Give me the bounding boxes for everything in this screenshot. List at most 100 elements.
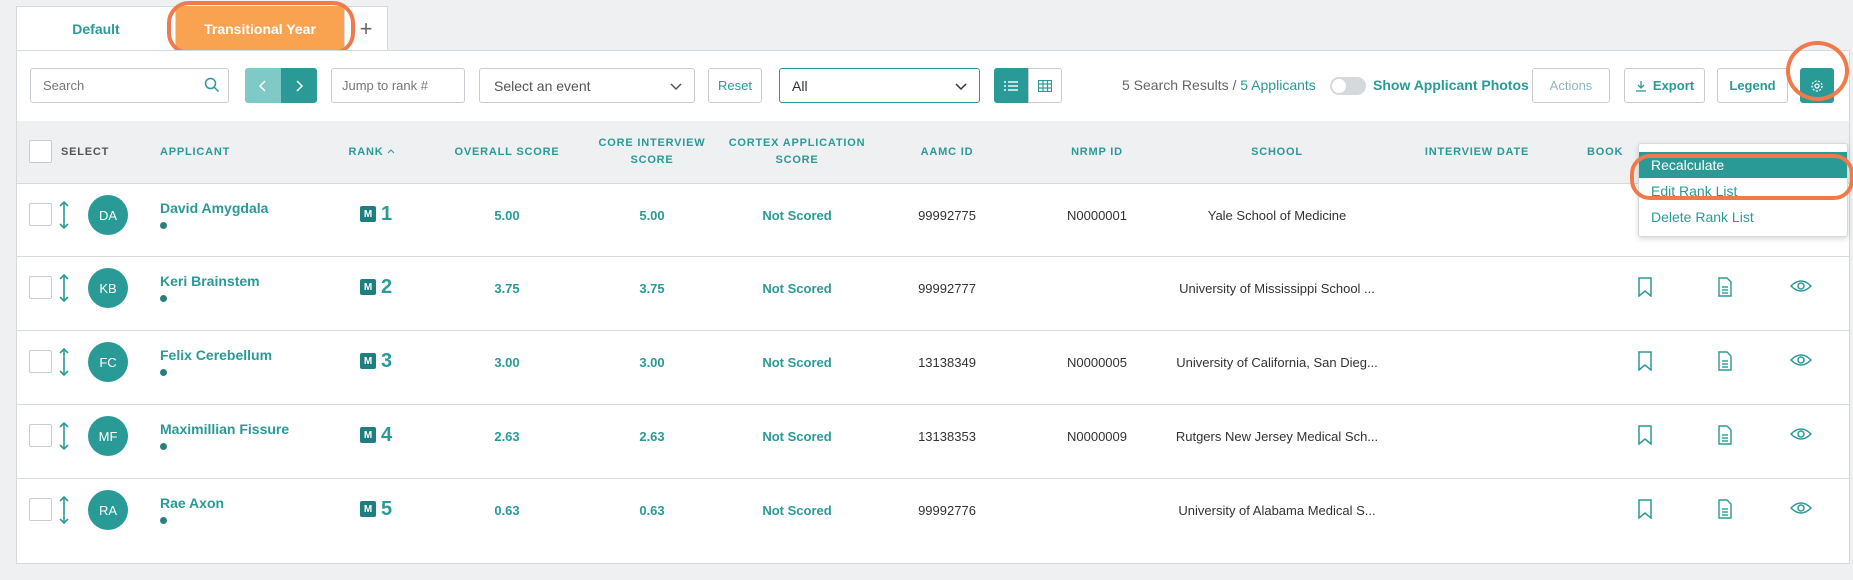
eye-icon[interactable] — [1790, 279, 1812, 293]
core-score-value: 2.63 — [639, 428, 665, 444]
school-value: University of Alabama Medical S... — [1178, 502, 1376, 518]
applicant-name-link[interactable]: Felix Cerebellum — [160, 347, 272, 363]
applicant-name-link[interactable]: Rae Axon — [160, 495, 224, 511]
column-select: SELECT — [61, 145, 110, 158]
previous-button[interactable] — [245, 68, 281, 103]
applicant-name-link[interactable]: Maximillian Fissure — [160, 421, 289, 437]
tab-transitional-year[interactable]: Transitional Year — [167, 1, 355, 55]
search-input[interactable]: Search — [30, 68, 229, 103]
actions-button[interactable]: Actions — [1532, 68, 1610, 103]
core-score-value: 0.63 — [639, 502, 665, 518]
avatar: DA — [88, 195, 128, 235]
drag-handle-icon[interactable] — [58, 200, 70, 230]
event-select[interactable]: Select an event — [479, 68, 695, 103]
toolbar: Search Jump to rank # Select an event Re… — [17, 41, 1849, 121]
export-button[interactable]: Export — [1624, 68, 1705, 103]
row-checkbox[interactable] — [29, 498, 52, 521]
aamc-id-value: 99992775 — [918, 207, 976, 223]
column-core-line1: CORE INTERVIEW — [598, 137, 706, 149]
chevron-down-icon — [955, 83, 967, 91]
rank-value: 1 — [381, 203, 393, 225]
search-icon — [204, 77, 220, 93]
overall-score-value: 0.63 — [494, 502, 520, 518]
avatar: RA — [88, 490, 128, 530]
document-icon[interactable] — [1717, 277, 1733, 297]
list-view-button[interactable] — [994, 68, 1028, 103]
eye-icon[interactable] — [1790, 427, 1812, 441]
school-value: Rutgers New Jersey Medical Sch... — [1175, 428, 1379, 444]
match-badge: M — [360, 206, 376, 222]
drag-handle-icon[interactable] — [58, 347, 70, 377]
legend-button[interactable]: Legend — [1717, 68, 1788, 103]
column-interview-date[interactable]: INTERVIEW DATE — [1397, 121, 1557, 183]
search-results-count: 5 Search Results / 5 Applicants — [1122, 77, 1316, 93]
document-icon[interactable] — [1717, 499, 1733, 519]
table-row[interactable]: RA Rae Axon M 5 0.63 0.63 Not Scored 99992776 Un… — [17, 478, 1849, 540]
table-row[interactable]: FC Felix Cerebellum M 3 3.00 3.00 Not Scored 13… — [17, 330, 1849, 392]
document-icon[interactable] — [1717, 425, 1733, 445]
row-checkbox[interactable] — [29, 203, 52, 226]
aamc-id-value: 99992777 — [918, 280, 976, 296]
overall-score-value: 2.63 — [494, 428, 520, 444]
column-nrmp-id[interactable]: NRMP ID — [1037, 121, 1157, 183]
reset-button[interactable]: Reset — [708, 68, 762, 103]
applicant-name-link[interactable]: Keri Brainstem — [160, 273, 260, 289]
delete-rank-list-menu-item[interactable]: Delete Rank List — [1639, 204, 1847, 230]
document-icon[interactable] — [1717, 351, 1733, 371]
highlight-ring — [167, 1, 355, 55]
bookmark-icon[interactable] — [1637, 351, 1653, 371]
rank-value: 5 — [381, 498, 393, 520]
aamc-id-value: 99992776 — [918, 502, 976, 518]
core-score-value: 3.00 — [639, 354, 665, 370]
bookmark-icon[interactable] — [1637, 277, 1653, 297]
drag-handle-icon[interactable] — [58, 421, 70, 451]
chevron-right-icon — [296, 79, 304, 92]
cortex-score-value: Not Scored — [762, 354, 832, 370]
filter-value: All — [792, 77, 808, 94]
eye-icon[interactable] — [1790, 501, 1812, 515]
event-placeholder: Select an event — [494, 77, 591, 94]
row-checkbox[interactable] — [29, 424, 52, 447]
core-score-value: 3.75 — [639, 280, 665, 296]
aamc-id-value: 13138349 — [918, 354, 976, 370]
bookmark-icon[interactable] — [1637, 425, 1653, 445]
row-checkbox[interactable] — [29, 350, 52, 373]
match-badge: M — [360, 353, 376, 369]
column-rank[interactable]: RANK — [347, 121, 397, 183]
column-applicant[interactable]: APPLICANT — [160, 121, 250, 183]
column-cortex-line1: CORTEX APPLICATION — [728, 137, 866, 149]
show-photos-toggle[interactable] — [1330, 77, 1366, 95]
select-all-checkbox[interactable] — [29, 140, 52, 163]
highlight-ring — [1630, 154, 1853, 200]
applicant-name-link[interactable]: David Amygdala — [160, 200, 268, 216]
jump-to-rank-input[interactable]: Jump to rank # — [331, 68, 465, 103]
match-badge: M — [360, 501, 376, 517]
nrmp-id-value — [1037, 257, 1157, 319]
drag-handle-icon[interactable] — [58, 495, 70, 525]
column-aamc-id[interactable]: AAMC ID — [887, 121, 1007, 183]
bookmark-icon[interactable] — [1637, 499, 1653, 519]
status-dot — [160, 517, 167, 524]
table-row[interactable]: DA David Amygdala M 1 5.00 5.00 Not Scored 9999… — [17, 183, 1849, 245]
tab-default[interactable]: Default — [16, 6, 176, 50]
column-core-interview-score[interactable]: CORE INTERVIEW SCORE — [577, 121, 727, 183]
school-value: University of California, San Dieg... — [1176, 354, 1378, 370]
overall-score-value: 5.00 — [494, 207, 520, 223]
filter-select[interactable]: All — [779, 68, 980, 103]
rank-value: 2 — [381, 276, 393, 298]
match-badge: M — [360, 279, 376, 295]
column-overall-score[interactable]: OVERALL SCORE — [442, 121, 572, 183]
overall-score-value: 3.00 — [494, 354, 520, 370]
column-school[interactable]: SCHOOL — [1217, 121, 1337, 183]
row-checkbox[interactable] — [29, 276, 52, 299]
show-photos-label: Show Applicant Photos — [1373, 77, 1529, 93]
table-row[interactable]: KB Keri Brainstem M 2 3.75 3.75 Not Scored 9999… — [17, 256, 1849, 318]
cortex-score-value: Not Scored — [762, 280, 832, 296]
search-placeholder: Search — [43, 78, 85, 93]
column-cortex-application-score[interactable]: CORTEX APPLICATION SCORE — [717, 121, 877, 183]
eye-icon[interactable] — [1790, 353, 1812, 367]
drag-handle-icon[interactable] — [58, 273, 70, 303]
table-row[interactable]: MF Maximillian Fissure M 4 2.63 2.63 Not Score… — [17, 404, 1849, 466]
next-button[interactable] — [281, 68, 317, 103]
grid-view-button[interactable] — [1028, 68, 1062, 103]
